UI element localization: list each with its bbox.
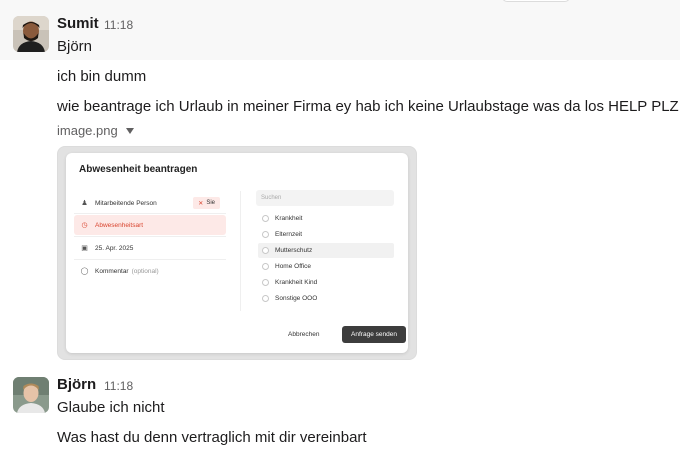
radio-icon [262, 247, 269, 254]
caret-down-icon [125, 128, 134, 134]
option-label: Krankheit [275, 215, 303, 222]
field-employee: ♟ Mitarbeitende Person ✕ Sie [74, 193, 226, 213]
attachment-image[interactable]: Abwesenheit beantragen ♟ Mitarbeitende P… [57, 146, 417, 360]
attachment-file-name: image.png [57, 123, 118, 138]
option-item: Krankheit [258, 211, 394, 226]
divider [74, 259, 226, 260]
message-text: wie beantrage ich Urlaub in meiner Firma… [57, 98, 679, 115]
attachment-file-toggle[interactable]: image.png [57, 123, 134, 138]
message-timestamp[interactable]: 11:18 [104, 379, 133, 393]
field-label: Abwesenheitsart [95, 221, 144, 229]
field-label: Kommentar [95, 267, 129, 275]
avatar-bjoern[interactable] [13, 377, 49, 413]
radio-icon [262, 295, 269, 302]
comment-icon: ◯ [80, 268, 89, 275]
person-icon: ♟ [81, 200, 88, 207]
option-item: Home Office [258, 259, 394, 274]
close-icon: ✕ [198, 200, 204, 207]
option-item: Krankheit Kind [258, 275, 394, 290]
field-absence-type: ◷ Abwesenheitsart [74, 215, 226, 235]
optional-hint: (optional) [131, 267, 159, 275]
dialog-submit-button: Anfrage senden [342, 326, 406, 343]
message-text: ich bin dumm [57, 68, 147, 85]
dialog-title: Abwesenheit beantragen [79, 164, 198, 175]
message-hover-highlight [0, 7, 680, 60]
field-label: Mitarbeitende Person [95, 199, 157, 207]
sender-name[interactable]: Sumit [57, 15, 99, 32]
message-timestamp[interactable]: 11:18 [104, 18, 133, 32]
avatar-bjoern-image [13, 377, 49, 413]
previous-message-strip [0, 0, 680, 7]
option-label: Elternzeit [275, 231, 303, 238]
option-label: Sonstige OOO [275, 295, 318, 302]
avatar-sumit-image [13, 16, 49, 52]
message-text: Glaube ich nicht [57, 399, 165, 416]
avatar-sumit[interactable] [13, 16, 49, 52]
employee-badge: ✕ Sie [193, 197, 220, 209]
sender-name[interactable]: Björn [57, 376, 96, 393]
message-actions-toolbar[interactable] [502, 0, 570, 2]
option-item-highlighted: Mutterschutz [258, 243, 394, 258]
field-label: 25. Apr. 2025 [95, 244, 134, 252]
option-item: Elternzeit [258, 227, 394, 242]
radio-icon [262, 263, 269, 270]
radio-icon [262, 215, 269, 222]
calendar-icon: ▣ [81, 245, 88, 252]
message-text: Björn [57, 38, 93, 55]
radio-icon [262, 231, 269, 238]
message-text: Was hast du denn vertraglich mit dir ver… [57, 429, 367, 446]
radio-icon [262, 279, 269, 286]
badge-label: Sie [206, 200, 215, 206]
divider [74, 213, 226, 214]
option-item: Sonstige OOO [258, 291, 394, 306]
option-label: Krankheit Kind [275, 279, 318, 286]
screenshot-dialog: Abwesenheit beantragen ♟ Mitarbeitende P… [66, 153, 408, 353]
field-date: ▣ 25. Apr. 2025 [74, 238, 226, 258]
option-label: Mutterschutz [275, 247, 313, 254]
divider-vertical [240, 191, 241, 311]
divider [74, 236, 226, 237]
option-label: Home Office [275, 263, 312, 270]
field-comment: ◯ Kommentar (optional) [74, 261, 226, 281]
dialog-search-input: Suchen [256, 190, 394, 206]
clock-icon: ◷ [81, 222, 88, 229]
dialog-cancel-button: Abbrechen [288, 331, 320, 338]
